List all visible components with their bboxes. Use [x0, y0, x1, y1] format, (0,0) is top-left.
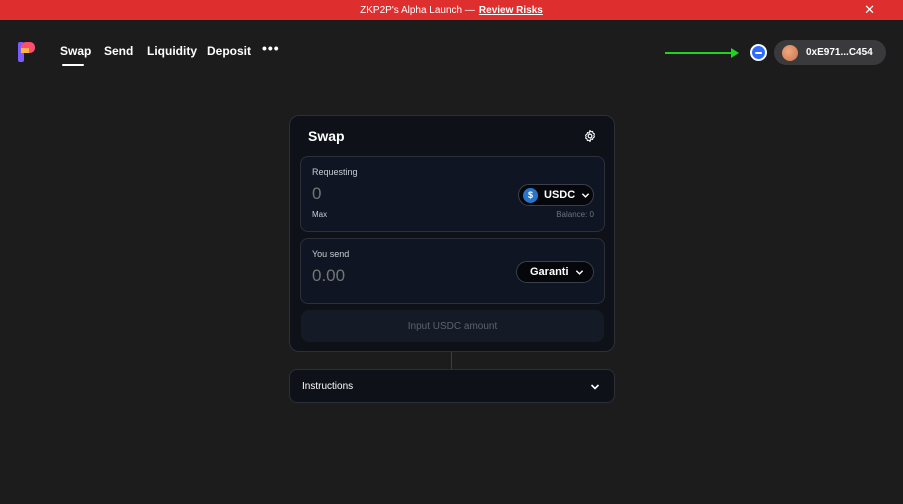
- nav-send[interactable]: Send: [104, 44, 133, 58]
- wallet-address: 0xE971...C454: [806, 47, 873, 58]
- review-risks-link[interactable]: Review Risks: [479, 5, 543, 16]
- send-amount-input[interactable]: [312, 266, 422, 286]
- token-symbol: USDC: [544, 189, 576, 201]
- avatar: [782, 44, 798, 61]
- annotation-arrow-icon: [665, 48, 739, 58]
- input-amount-button[interactable]: Input USDC amount: [301, 310, 604, 342]
- instructions-accordion[interactable]: Instructions: [289, 369, 615, 403]
- you-send-panel: You send Garanti: [300, 238, 605, 304]
- gear-icon[interactable]: [583, 129, 597, 143]
- top-navigation: Swap Send Liquidity Deposit •••: [0, 20, 903, 82]
- you-send-label: You send: [312, 249, 350, 259]
- requesting-amount-input[interactable]: [312, 184, 422, 204]
- connected-status-icon[interactable]: [750, 44, 767, 61]
- chevron-down-icon: [575, 269, 583, 275]
- wallet-account-button[interactable]: 0xE971...C454: [774, 40, 886, 65]
- status-bar: [755, 51, 762, 54]
- requesting-label: Requesting: [312, 167, 358, 177]
- token-select-button[interactable]: $ USDC: [518, 184, 594, 206]
- card-connector-line: [451, 352, 452, 369]
- active-tab-indicator: [62, 64, 84, 66]
- platform-name: Garanti: [530, 266, 569, 278]
- requesting-panel: Requesting Max Balance: 0 $ USDC: [300, 156, 605, 232]
- instructions-label: Instructions: [302, 381, 354, 392]
- nav-swap[interactable]: Swap: [60, 44, 91, 58]
- chevron-down-icon: [590, 384, 600, 390]
- chevron-down-icon: [582, 192, 590, 198]
- max-button[interactable]: Max: [312, 210, 327, 219]
- usdc-token-icon: $: [523, 187, 538, 203]
- alpha-launch-banner: ZKP2P's Alpha Launch — Review Risks ✕: [0, 0, 903, 20]
- more-menu-icon[interactable]: •••: [262, 40, 280, 56]
- banner-text: ZKP2P's Alpha Launch —: [360, 4, 475, 16]
- swap-title: Swap: [308, 128, 345, 144]
- nav-liquidity[interactable]: Liquidity: [147, 44, 197, 58]
- swap-card: Swap Requesting Max Balance: 0 $ USDC Yo…: [289, 115, 615, 352]
- balance-text: Balance: 0: [556, 210, 594, 219]
- platform-select-button[interactable]: Garanti: [516, 261, 594, 283]
- zkp2p-logo-icon[interactable]: [18, 42, 36, 62]
- close-icon[interactable]: ✕: [864, 2, 875, 18]
- nav-deposit[interactable]: Deposit: [207, 44, 251, 58]
